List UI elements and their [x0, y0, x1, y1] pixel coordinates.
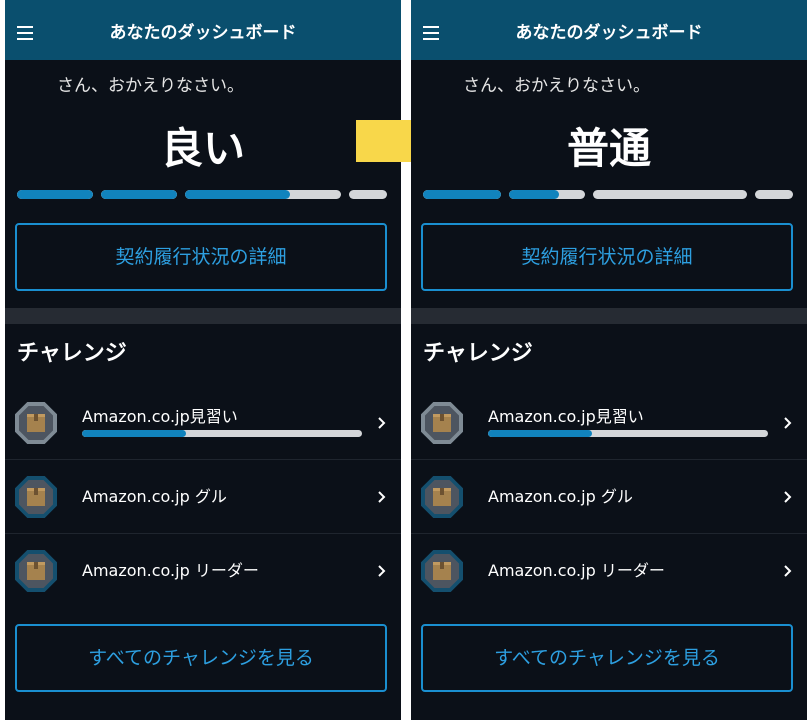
- challenge-progress-fill: [488, 430, 592, 437]
- hamburger-menu-icon[interactable]: [17, 26, 33, 40]
- status-segment-fill: [17, 190, 93, 199]
- box-badge-icon: [15, 402, 57, 444]
- welcome-message: さん、おかえりなさい。: [463, 76, 650, 96]
- box-badge-icon: [15, 476, 57, 518]
- performance-details-button[interactable]: 契約履行状況の詳細: [15, 223, 387, 291]
- box-badge-icon: [15, 550, 57, 592]
- challenge-progress-fill: [82, 430, 186, 437]
- welcome-message: さん、おかえりなさい。: [57, 76, 244, 96]
- challenge-row-apprentice[interactable]: Amazon.co.jp見習い: [411, 386, 807, 460]
- box-badge-icon: [421, 550, 463, 592]
- chevron-right-icon: [378, 491, 386, 503]
- app-bar-title: あなたのダッシュボード: [515, 23, 703, 43]
- status-segment-fill: [185, 190, 290, 199]
- see-all-challenges-button[interactable]: すべてのチャレンジを見る: [421, 624, 793, 692]
- status-segment-fill: [423, 190, 501, 199]
- challenge-row-guru[interactable]: Amazon.co.jp グル: [411, 460, 807, 534]
- challenge-label: Amazon.co.jp リーダー: [488, 561, 665, 580]
- challenge-label: Amazon.co.jp見習い: [82, 407, 238, 426]
- box-badge-icon: [421, 476, 463, 518]
- chevron-right-icon: [784, 491, 792, 503]
- challenge-row-apprentice[interactable]: Amazon.co.jp見習い: [5, 386, 401, 460]
- chevron-right-icon: [378, 565, 386, 577]
- challenge-label: Amazon.co.jp見習い: [488, 407, 644, 426]
- status-segment-fill: [101, 190, 177, 199]
- app-bar-title: あなたのダッシュボード: [109, 23, 297, 43]
- performance-status: 良い: [160, 124, 245, 173]
- status-segment-2: [101, 190, 177, 199]
- chevron-right-icon: [378, 417, 386, 429]
- performance-status: 普通: [566, 124, 651, 173]
- challenges-heading: チャレンジ: [17, 341, 127, 366]
- challenges-heading: チャレンジ: [423, 341, 533, 366]
- app-bar: あなたのダッシュボード: [5, 0, 401, 60]
- status-segment-4: [755, 190, 793, 199]
- status-segment-1: [17, 190, 93, 199]
- see-all-challenges-button[interactable]: すべてのチャレンジを見る: [15, 624, 387, 692]
- status-segment-fill: [509, 190, 560, 199]
- box-badge-icon: [421, 402, 463, 444]
- section-divider: [411, 308, 807, 324]
- challenge-row-leader[interactable]: Amazon.co.jp リーダー: [5, 534, 401, 608]
- dashboard-screen-after: あなたのダッシュボード さん、おかえりなさい。 普通 契約履行状況の詳細 チャレ…: [411, 0, 807, 720]
- chevron-right-icon: [784, 417, 792, 429]
- chevron-right-icon: [784, 565, 792, 577]
- challenge-progress-bar: [82, 430, 362, 437]
- status-segment-1: [423, 190, 501, 199]
- dashboard-screen-before: あなたのダッシュボード さん、おかえりなさい。 良い 契約履行状況の詳細 チャレ…: [5, 0, 401, 720]
- challenge-label: Amazon.co.jp グル: [82, 487, 227, 506]
- hamburger-menu-icon[interactable]: [423, 26, 439, 40]
- app-bar: あなたのダッシュボード: [411, 0, 807, 60]
- challenge-progress-bar: [488, 430, 768, 437]
- performance-details-button[interactable]: 契約履行状況の詳細: [421, 223, 793, 291]
- challenge-row-guru[interactable]: Amazon.co.jp グル: [5, 460, 401, 534]
- section-divider: [5, 308, 401, 324]
- status-segment-3: [185, 190, 341, 199]
- challenge-label: Amazon.co.jp グル: [488, 487, 633, 506]
- status-segment-2: [509, 190, 585, 199]
- challenge-row-leader[interactable]: Amazon.co.jp リーダー: [411, 534, 807, 608]
- challenge-label: Amazon.co.jp リーダー: [82, 561, 259, 580]
- status-segment-4: [349, 190, 387, 199]
- status-segment-3: [593, 190, 747, 199]
